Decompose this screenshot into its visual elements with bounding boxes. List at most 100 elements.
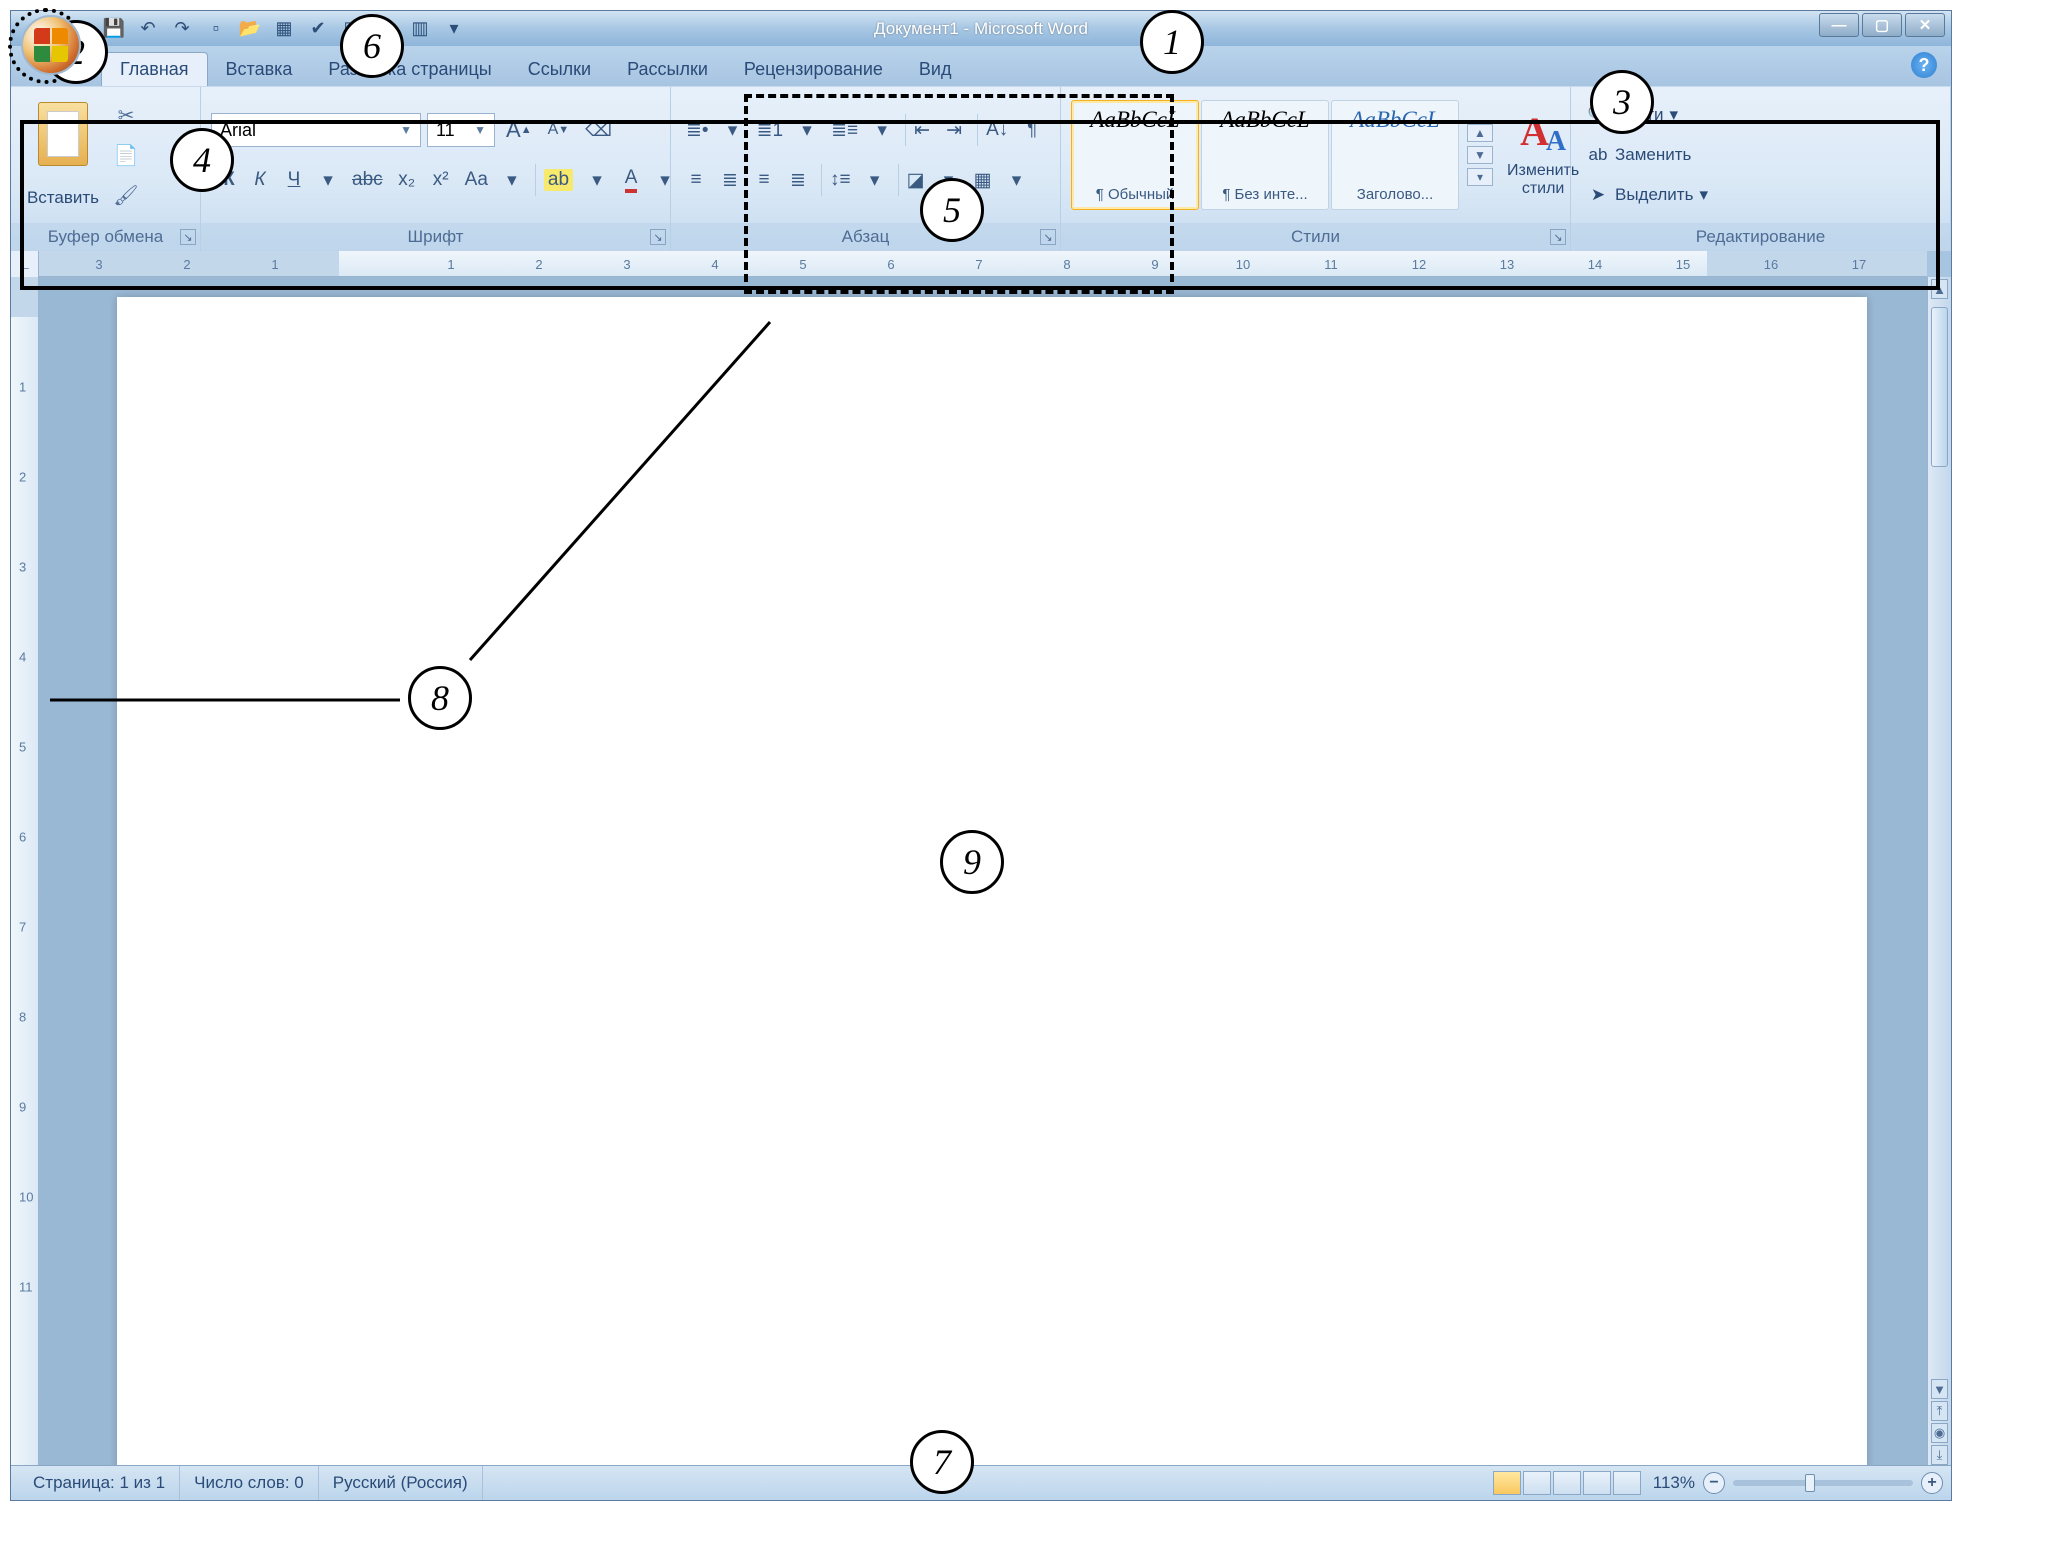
page[interactable] xyxy=(117,297,1867,1465)
styles-up-icon[interactable]: ▲ xyxy=(1467,124,1493,142)
select-button[interactable]: ➤Выделить ▾ xyxy=(1581,180,1714,210)
spelling-icon[interactable]: ✔ xyxy=(305,16,331,42)
paste-button[interactable]: Вставить xyxy=(21,95,105,215)
style-normal[interactable]: AaBbCcL ¶ Обычный xyxy=(1071,100,1199,210)
grow-font-button[interactable]: A▲ xyxy=(501,113,537,147)
office-button[interactable] xyxy=(21,15,81,75)
replace-button[interactable]: abЗаменить xyxy=(1581,140,1714,170)
zoom-out-button[interactable]: − xyxy=(1703,1472,1725,1494)
maximize-button[interactable]: ▢ xyxy=(1862,13,1902,37)
status-language[interactable]: Русский (Россия) xyxy=(319,1466,483,1500)
format-painter-icon[interactable]: 🖌 xyxy=(111,180,141,210)
view-print-layout-button[interactable] xyxy=(1493,1471,1521,1495)
browse-object-icon[interactable]: ◉ xyxy=(1931,1423,1948,1443)
underline-button[interactable]: Ч xyxy=(279,163,309,197)
view-draft-button[interactable] xyxy=(1613,1471,1641,1495)
case-more-icon[interactable]: ▾ xyxy=(497,163,527,197)
tab-selector-icon[interactable]: ∟ xyxy=(11,251,39,277)
bold-button[interactable]: Ж xyxy=(211,163,241,197)
underline-more-icon[interactable]: ▾ xyxy=(313,163,343,197)
page-viewport[interactable] xyxy=(39,277,1927,1465)
vertical-scrollbar[interactable]: ▲ ▼ ⤒ ◉ ⤓ xyxy=(1927,277,1951,1465)
next-page-icon[interactable]: ⤓ xyxy=(1931,1445,1948,1465)
subscript-button[interactable]: x₂ xyxy=(392,163,422,197)
view-web-layout-button[interactable] xyxy=(1553,1471,1581,1495)
redo-icon[interactable]: ↷ xyxy=(169,16,195,42)
borders-more-icon[interactable]: ▾ xyxy=(1002,163,1032,197)
shrink-font-button[interactable]: A▼ xyxy=(543,113,575,147)
qat-icon-2[interactable]: ▣ xyxy=(339,16,365,42)
change-styles-button[interactable]: AA Изменить стили xyxy=(1507,112,1579,197)
qat-icon-3[interactable]: ▤ xyxy=(373,16,399,42)
dialog-launcher-icon[interactable]: ↘ xyxy=(1040,229,1056,245)
tab-references[interactable]: Ссылки xyxy=(510,53,609,86)
zoom-in-button[interactable]: + xyxy=(1921,1472,1943,1494)
numbering-button[interactable]: ≣1 xyxy=(752,113,789,147)
open-icon[interactable]: 📂 xyxy=(237,16,263,42)
close-button[interactable]: ✕ xyxy=(1905,13,1945,37)
prev-page-icon[interactable]: ⤒ xyxy=(1931,1401,1948,1421)
copy-icon[interactable]: 📄 xyxy=(111,140,141,170)
justify-button[interactable]: ≣ xyxy=(783,163,813,197)
clear-formatting-button[interactable]: ⌫ xyxy=(580,113,617,147)
font-color-button[interactable]: A xyxy=(616,163,646,197)
font-family-select[interactable]: Arial▼ xyxy=(211,113,421,147)
multilevel-more-icon[interactable]: ▾ xyxy=(867,113,897,147)
tab-review[interactable]: Рецензирование xyxy=(726,53,901,86)
vertical-ruler[interactable]: 1234567891011 xyxy=(11,277,39,1465)
qat-icon-4[interactable]: ▥ xyxy=(407,16,433,42)
superscript-button[interactable]: x² xyxy=(426,163,456,197)
minimize-button[interactable]: — xyxy=(1819,13,1859,37)
italic-button[interactable]: К xyxy=(245,163,275,197)
styles-more-icon[interactable]: ▾ xyxy=(1467,168,1493,186)
style-no-spacing[interactable]: AaBbCcL ¶ Без инте... xyxy=(1201,100,1329,210)
change-case-button[interactable]: Aa xyxy=(460,163,493,197)
decrease-indent-button[interactable]: ⇤ xyxy=(905,113,935,147)
tab-insert[interactable]: Вставка xyxy=(208,53,311,86)
scroll-up-icon[interactable]: ▲ xyxy=(1931,279,1948,299)
increase-indent-button[interactable]: ⇥ xyxy=(939,113,969,147)
show-marks-button[interactable]: ¶ xyxy=(1017,113,1047,147)
zoom-slider[interactable] xyxy=(1733,1480,1913,1486)
strike-button[interactable]: abc xyxy=(347,163,388,197)
tab-home[interactable]: Главная xyxy=(101,52,208,86)
dialog-launcher-icon[interactable]: ↘ xyxy=(180,229,196,245)
save-icon[interactable]: 💾 xyxy=(101,16,127,42)
borders-button[interactable]: ▦ xyxy=(968,163,998,197)
sort-button[interactable]: A↓ xyxy=(977,113,1013,147)
dialog-launcher-icon[interactable]: ↘ xyxy=(1550,229,1566,245)
find-button[interactable]: 🔍Найти ▾ xyxy=(1581,100,1714,130)
style-heading[interactable]: AaBbCcL Заголово... xyxy=(1331,100,1459,210)
status-page[interactable]: Страница: 1 из 1 xyxy=(19,1466,180,1500)
qat-more-icon[interactable]: ▾ xyxy=(441,16,467,42)
shading-more-icon[interactable]: ▾ xyxy=(934,163,964,197)
tab-view[interactable]: Вид xyxy=(901,53,970,86)
highlight-button[interactable]: ab xyxy=(535,163,578,197)
view-outline-button[interactable] xyxy=(1583,1471,1611,1495)
qat-icon[interactable]: ▦ xyxy=(271,16,297,42)
bullets-button[interactable]: ≣• xyxy=(681,113,714,147)
numbering-more-icon[interactable]: ▾ xyxy=(792,113,822,147)
highlight-more-icon[interactable]: ▾ xyxy=(582,163,612,197)
new-icon[interactable]: ▫ xyxy=(203,16,229,42)
tab-mailings[interactable]: Рассылки xyxy=(609,53,726,86)
align-right-button[interactable]: ≡ xyxy=(749,163,779,197)
font-size-select[interactable]: 11▼ xyxy=(427,113,495,147)
align-center-button[interactable]: ≣ xyxy=(715,163,745,197)
align-left-button[interactable]: ≡ xyxy=(681,163,711,197)
status-word-count[interactable]: Число слов: 0 xyxy=(180,1466,319,1500)
multilevel-button[interactable]: ≣≡ xyxy=(826,113,863,147)
line-spacing-more-icon[interactable]: ▾ xyxy=(860,163,890,197)
styles-down-icon[interactable]: ▼ xyxy=(1467,146,1493,164)
horizontal-ruler[interactable]: ∟ 3211234567891011121314151617 xyxy=(11,251,1927,277)
bullets-more-icon[interactable]: ▾ xyxy=(718,113,748,147)
line-spacing-button[interactable]: ↕≡ xyxy=(821,163,856,197)
cut-icon[interactable]: ✂ xyxy=(111,100,141,130)
zoom-value[interactable]: 113% xyxy=(1653,1473,1695,1493)
shading-button[interactable]: ◪ xyxy=(898,163,930,197)
dialog-launcher-icon[interactable]: ↘ xyxy=(650,229,666,245)
help-icon[interactable]: ? xyxy=(1911,52,1937,78)
tab-page-layout[interactable]: Разметка страницы xyxy=(310,53,509,86)
scroll-down-icon[interactable]: ▼ xyxy=(1931,1379,1948,1399)
undo-icon[interactable]: ↶ xyxy=(135,16,161,42)
